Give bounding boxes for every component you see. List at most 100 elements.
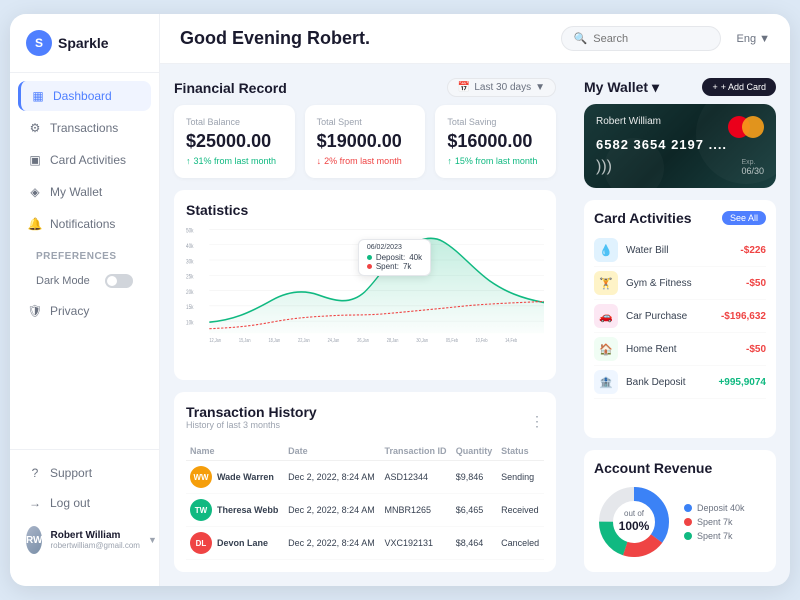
financial-record-title: Financial Record bbox=[174, 80, 287, 96]
date-filter-label: Last 30 days bbox=[474, 82, 531, 93]
list-item: 🚗 Car Purchase -$196,632 bbox=[594, 300, 766, 333]
sidebar-item-label: My Wallet bbox=[50, 185, 102, 199]
financial-cards-row: Total Balance $25000.00 ↑ 31% from last … bbox=[174, 105, 556, 178]
activity-icon: 🏋 bbox=[594, 271, 618, 295]
legend-dot bbox=[684, 518, 692, 526]
total-spent-change: ↓ 2% from last month bbox=[317, 156, 414, 166]
card-activities-icon: ▣ bbox=[28, 153, 42, 167]
list-item: 🏋 Gym & Fitness -$50 bbox=[594, 267, 766, 300]
tx-id: ASD12344 bbox=[380, 461, 451, 494]
wallet-section: My Wallet ▾ + + Add Card bbox=[584, 78, 776, 188]
tx-id: MNBR1265 bbox=[380, 494, 451, 527]
transaction-table: Name Date Transaction ID Quantity Status… bbox=[186, 446, 544, 560]
down-arrow-icon: ↓ bbox=[317, 156, 322, 166]
card-activities-title: Card Activities bbox=[594, 210, 692, 226]
activity-icon: 🚗 bbox=[594, 304, 618, 328]
svg-text:40k: 40k bbox=[186, 243, 194, 250]
language-selector[interactable]: Eng ▼ bbox=[737, 33, 770, 45]
legend-dot bbox=[684, 504, 692, 512]
sidebar-item-dashboard[interactable]: ▦ Dashboard bbox=[18, 81, 151, 111]
activity-amount: -$50 bbox=[746, 344, 766, 355]
svg-text:25k: 25k bbox=[186, 274, 194, 281]
deposit-dot bbox=[367, 255, 372, 260]
transactions-icon: ⚙ bbox=[28, 121, 42, 135]
list-item: 🏦 Bank Deposit +995,9074 bbox=[594, 366, 766, 399]
col-name: Name bbox=[186, 446, 284, 461]
wallet-title[interactable]: My Wallet ▾ bbox=[584, 79, 659, 96]
sidebar-item-label: Support bbox=[50, 466, 92, 480]
see-all-button[interactable]: See All bbox=[722, 211, 766, 225]
tx-status: Canceled bbox=[497, 527, 544, 560]
search-bar: 🔍 bbox=[561, 26, 721, 51]
tx-quantity: $6,465 bbox=[452, 494, 497, 527]
chart-area: 50k 40k 30k 25k 20k 15k 10k bbox=[186, 224, 544, 344]
svg-text:24,Jan: 24,Jan bbox=[328, 337, 340, 344]
activity-amount: +995,9074 bbox=[718, 377, 766, 388]
transaction-history-subtitle: History of last 3 months bbox=[186, 420, 317, 430]
more-options-icon[interactable]: ⋮ bbox=[530, 413, 544, 430]
tx-status: Sending bbox=[497, 461, 544, 494]
spent-dot bbox=[367, 264, 372, 269]
add-card-button[interactable]: + + Add Card bbox=[702, 78, 776, 96]
activity-name: Car Purchase bbox=[626, 311, 713, 322]
sidebar-item-label: Notifications bbox=[50, 217, 115, 231]
total-saving-change: ↑ 15% from last month bbox=[447, 156, 544, 166]
dashboard-icon: ▦ bbox=[31, 89, 45, 103]
total-balance-value: $25000.00 bbox=[186, 131, 283, 152]
date-filter[interactable]: 📅 Last 30 days ▼ bbox=[447, 78, 556, 97]
sidebar-item-privacy[interactable]: 🛡 Privacy bbox=[18, 296, 151, 326]
activity-amount: -$50 bbox=[746, 278, 766, 289]
credit-card: Robert William 6582 3654 2197 .... ))) E… bbox=[584, 104, 776, 188]
revenue-chart: out of 100% Deposit 40k Spent 7k Spent 7… bbox=[594, 482, 766, 562]
sidebar-item-logout[interactable]: → Log out bbox=[18, 488, 151, 518]
tx-id: VXC192131 bbox=[380, 527, 451, 560]
svg-text:15,Jan: 15,Jan bbox=[239, 337, 251, 344]
spent-label: Spent: bbox=[376, 262, 399, 271]
sidebar: S Sparkle ▦ Dashboard ⚙ Transactions ▣ C… bbox=[10, 14, 160, 586]
up-arrow-icon: ↑ bbox=[186, 156, 191, 166]
deposit-label: Deposit: bbox=[376, 253, 405, 262]
logo: S Sparkle bbox=[10, 30, 159, 73]
donut-label: out of 100% bbox=[619, 509, 650, 535]
activity-icon: 🏦 bbox=[594, 370, 618, 394]
total-saving-label: Total Saving bbox=[447, 117, 544, 127]
dark-mode-toggle[interactable] bbox=[105, 274, 133, 288]
activity-name: Bank Deposit bbox=[626, 377, 710, 388]
sidebar-item-card-activities[interactable]: ▣ Card Activities bbox=[18, 145, 151, 175]
tx-quantity: $8,464 bbox=[452, 527, 497, 560]
sidebar-item-transactions[interactable]: ⚙ Transactions bbox=[18, 113, 151, 143]
activity-icon: 🏠 bbox=[594, 337, 618, 361]
sidebar-item-my-wallet[interactable]: ◈ My Wallet bbox=[18, 177, 151, 207]
activity-name: Gym & Fitness bbox=[626, 278, 738, 289]
donut-out-of: out of bbox=[624, 509, 644, 518]
svg-text:12,Jan: 12,Jan bbox=[209, 337, 221, 344]
col-status: Status bbox=[497, 446, 544, 461]
logo-icon: S bbox=[26, 30, 52, 56]
search-icon: 🔍 bbox=[574, 32, 588, 45]
tx-status: Received bbox=[497, 494, 544, 527]
logout-icon: → bbox=[28, 496, 42, 510]
search-input[interactable] bbox=[593, 33, 707, 45]
total-balance-card: Total Balance $25000.00 ↑ 31% from last … bbox=[174, 105, 295, 178]
dark-mode-label: Dark Mode bbox=[36, 275, 90, 287]
activity-name: Home Rent bbox=[626, 344, 738, 355]
main-content: Good Evening Robert. 🔍 Eng ▼ Financial R… bbox=[160, 14, 790, 586]
activity-icon: 💧 bbox=[594, 238, 618, 262]
transaction-history-header: Transaction History History of last 3 mo… bbox=[186, 404, 544, 438]
sidebar-item-notifications[interactable]: 🔔 Notifications bbox=[18, 209, 151, 239]
user-name: Robert William bbox=[50, 530, 139, 541]
user-profile[interactable]: RW Robert William robertwilliam@gmail.co… bbox=[18, 518, 151, 562]
sidebar-item-support[interactable]: ? Support bbox=[18, 458, 151, 488]
tx-date: Dec 2, 2022, 8:24 AM bbox=[284, 527, 380, 560]
body-content: Financial Record 📅 Last 30 days ▼ Total … bbox=[160, 64, 790, 586]
avatar: WW bbox=[190, 466, 212, 488]
chart-tooltip: 06/02/2023 Deposit: 40k Spent: 7k bbox=[358, 239, 431, 276]
legend-dot bbox=[684, 532, 692, 540]
svg-text:26,Jan: 26,Jan bbox=[357, 337, 369, 344]
statistics-section: Statistics 50k bbox=[174, 190, 556, 380]
tx-date: Dec 2, 2022, 8:24 AM bbox=[284, 461, 380, 494]
total-saving-card: Total Saving $16000.00 ↑ 15% from last m… bbox=[435, 105, 556, 178]
logo-text: Sparkle bbox=[58, 35, 109, 51]
tooltip-date: 06/02/2023 bbox=[367, 244, 422, 251]
support-icon: ? bbox=[28, 466, 42, 480]
